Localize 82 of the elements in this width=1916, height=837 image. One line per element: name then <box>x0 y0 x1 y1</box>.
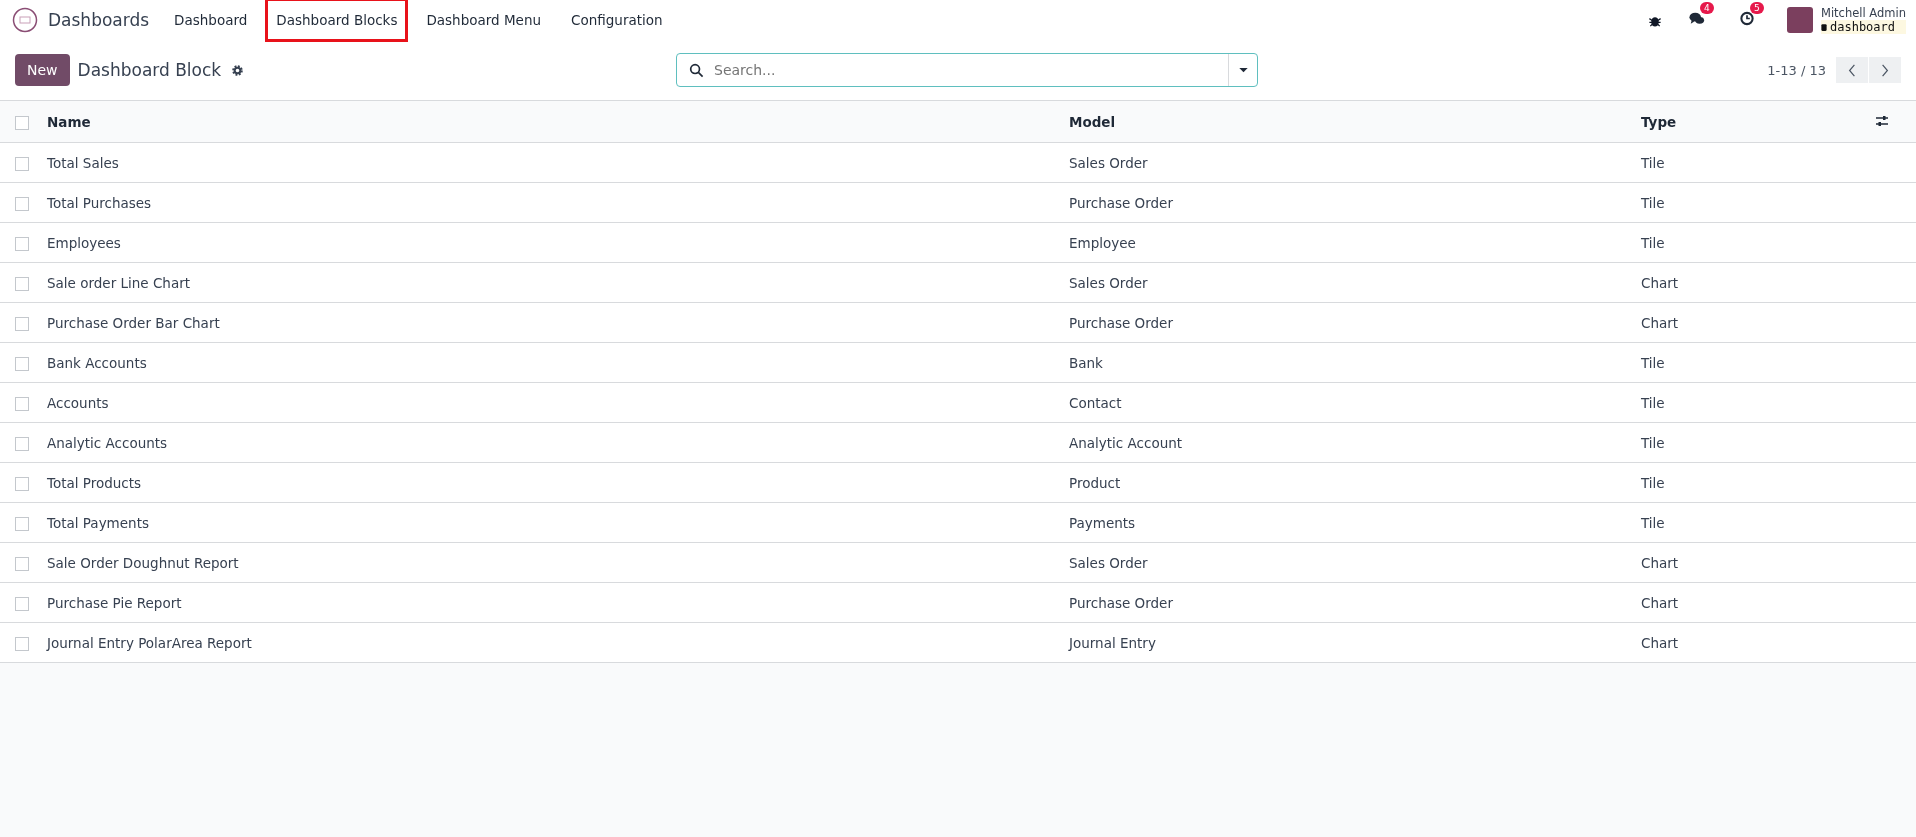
table-cell: Sales Order <box>1069 274 1148 291</box>
table-cell: Tile <box>1641 394 1665 411</box>
table-cell: Chart <box>1641 274 1679 291</box>
table-cell: Chart <box>1641 554 1679 571</box>
next-button[interactable] <box>1869 57 1901 83</box>
table-cell: Tile <box>1641 354 1665 371</box>
menu-item[interactable]: Dashboard Menu <box>414 1 554 39</box>
search-bar[interactable]: Search... <box>676 53 1258 87</box>
search-icon <box>689 62 704 78</box>
table-cell: Chart <box>1641 314 1679 331</box>
row-checkbox[interactable] <box>15 276 29 291</box>
table-cell: Employees <box>47 234 121 251</box>
row-checkbox[interactable] <box>15 156 29 171</box>
table-cell: Sale Order Doughnut Report <box>47 554 239 571</box>
table-cell: Sales Order <box>1069 154 1148 171</box>
previous-button[interactable] <box>1836 57 1868 83</box>
table-cell: Product <box>1069 474 1121 491</box>
table-cell: Accounts <box>47 394 109 411</box>
chat-icon[interactable] <box>1689 11 1705 26</box>
table-cell: Tile <box>1641 434 1665 451</box>
chevron-left-icon <box>1848 63 1856 77</box>
row-checkbox[interactable] <box>15 516 29 531</box>
table-cell: Tile <box>1641 234 1665 251</box>
table-cell: Purchase Order <box>1069 594 1173 611</box>
table-cell: Total Purchases <box>47 194 152 211</box>
row-checkbox[interactable] <box>15 556 29 571</box>
column-options-icon[interactable] <box>1875 114 1889 127</box>
column-header[interactable]: Model <box>1069 113 1116 130</box>
app-logo-icon[interactable] <box>12 7 38 33</box>
row-checkbox[interactable] <box>15 236 29 251</box>
menu-item[interactable]: Dashboard <box>162 1 260 39</box>
chevron-right-icon <box>1881 63 1889 77</box>
table-cell: Purchase Order <box>1069 194 1173 211</box>
table-cell: Purchase Order Bar Chart <box>47 314 220 331</box>
row-checkbox[interactable] <box>15 476 29 491</box>
message-count-badge: 4 <box>1700 2 1714 14</box>
pager-value[interactable]: 1-13 / 13 <box>1767 62 1826 78</box>
table-cell: Tile <box>1641 514 1665 531</box>
page-title: Dashboard Block <box>77 60 222 80</box>
table-cell: Total Products <box>47 474 142 491</box>
settings-icon[interactable] <box>231 63 245 77</box>
table-cell: Employee <box>1069 234 1136 251</box>
table-cell: Total Payments <box>47 514 149 531</box>
table-cell: Journal Entry <box>1069 634 1156 651</box>
table-cell: Contact <box>1069 394 1122 411</box>
row-checkbox[interactable] <box>15 356 29 371</box>
search-field[interactable]: Search... <box>712 61 1228 79</box>
column-header[interactable]: Type <box>1641 113 1677 130</box>
database-icon <box>1821 22 1827 32</box>
activity-count-badge: 5 <box>1750 2 1764 14</box>
table-cell: Sales Order <box>1069 554 1148 571</box>
table-cell: Chart <box>1641 594 1679 611</box>
table-cell: Bank <box>1069 354 1103 371</box>
table-cell: Purchase Order <box>1069 314 1173 331</box>
table-cell: Sale order Line Chart <box>47 274 190 291</box>
table-cell: Chart <box>1641 634 1679 651</box>
table-cell: Bank Accounts <box>47 354 147 371</box>
column-header[interactable]: Name <box>47 113 91 130</box>
table-cell: Total Sales <box>47 154 119 171</box>
app-name[interactable]: Dashboards <box>48 10 150 30</box>
row-checkbox[interactable] <box>15 396 29 411</box>
row-checkbox[interactable] <box>15 436 29 451</box>
table-cell: Tile <box>1641 194 1665 211</box>
table-cell: Payments <box>1069 514 1136 531</box>
select-all-checkbox[interactable] <box>15 115 29 130</box>
row-checkbox[interactable] <box>15 316 29 331</box>
database-name: dashboard <box>1821 20 1906 34</box>
user-avatar[interactable] <box>1787 7 1813 33</box>
table-cell: Tile <box>1641 154 1665 171</box>
table-cell: Analytic Accounts <box>47 434 168 451</box>
clock-icon[interactable] <box>1739 11 1755 26</box>
new-button[interactable]: New <box>15 54 70 86</box>
user-name[interactable]: Mitchell Admin <box>1821 6 1906 20</box>
row-checkbox[interactable] <box>15 196 29 211</box>
table-cell: Analytic Account <box>1069 434 1183 451</box>
table-cell: Journal Entry PolarArea Report <box>47 634 252 651</box>
row-checkbox[interactable] <box>15 596 29 611</box>
table-cell: Tile <box>1641 474 1665 491</box>
row-checkbox[interactable] <box>15 636 29 651</box>
caret-icon <box>1238 67 1248 73</box>
table-cell: Purchase Pie Report <box>47 594 182 611</box>
menu-item[interactable]: Configuration <box>559 1 675 39</box>
